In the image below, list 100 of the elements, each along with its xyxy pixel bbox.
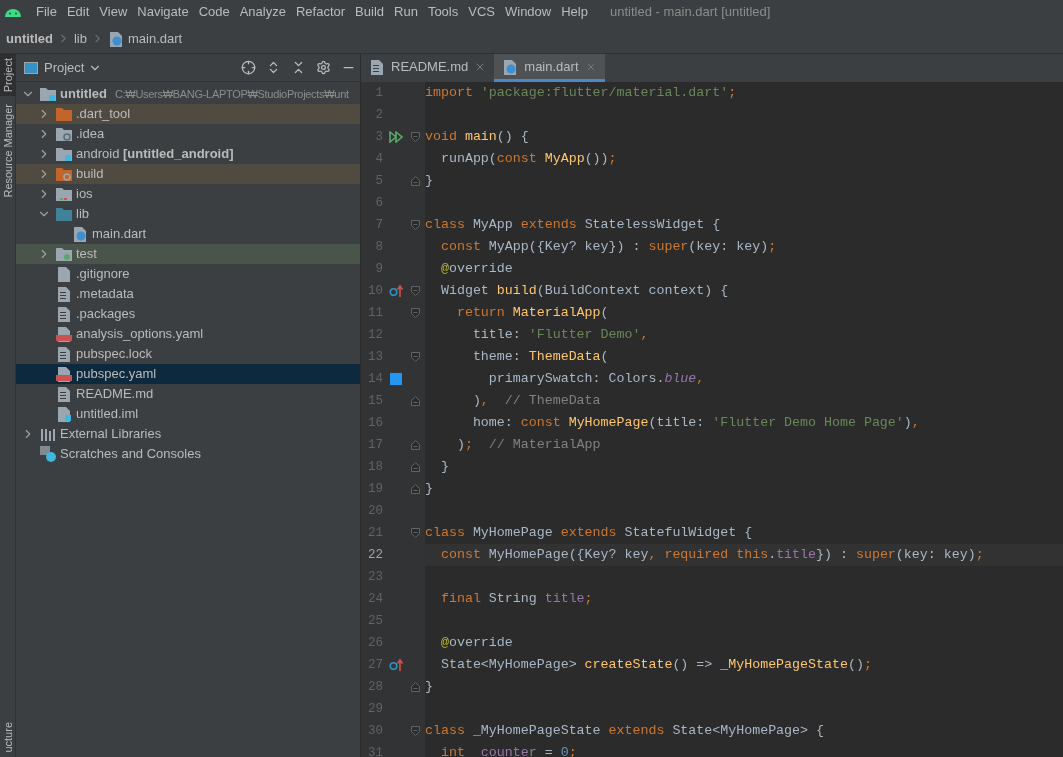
tree-item[interactable]: .dart_tool (16, 104, 360, 124)
tree-item[interactable]: .packages (16, 304, 360, 324)
folder-module-icon (56, 147, 72, 161)
fold-icon[interactable] (410, 132, 420, 142)
code-line: import 'package:flutter/material.dart'; (425, 84, 737, 103)
menu-item[interactable]: Refactor (291, 2, 350, 22)
fold-icon[interactable] (410, 682, 420, 692)
fold-icon[interactable] (410, 308, 420, 318)
code-line: ), // ThemeData (471, 392, 601, 411)
menu-item[interactable]: Window (500, 2, 556, 22)
fold-icon[interactable] (410, 726, 420, 736)
tool-window-tab[interactable]: ucture (0, 718, 16, 757)
fold-icon[interactable] (410, 396, 420, 406)
menu-item[interactable]: Run (390, 2, 422, 22)
code-line: @override (439, 634, 513, 653)
code-line: class MyApp extends StatelessWidget { (425, 216, 721, 235)
fold-icon[interactable] (410, 462, 420, 472)
tree-item[interactable]: .gitignore (16, 264, 360, 284)
code-line: void main() { (425, 128, 529, 147)
folder-module-icon (40, 87, 56, 101)
code-line: const MyApp({Key? key}) : super(key: key); (439, 238, 777, 257)
code-line: class MyHomePage extends StatefulWidget { (425, 524, 753, 543)
fold-icon[interactable] (410, 440, 420, 450)
editor-tab[interactable]: main.dart (494, 54, 605, 82)
code-line: return MaterialApp( (455, 304, 609, 323)
settings-icon[interactable] (316, 60, 331, 75)
folder-build-icon (56, 167, 72, 181)
tree-item[interactable]: .idea (16, 124, 360, 144)
menu-item[interactable]: File (32, 2, 61, 22)
panel-title[interactable]: Project (44, 57, 85, 78)
breadcrumb-item[interactable]: untitled (6, 28, 53, 49)
tree-item[interactable]: test (16, 244, 360, 264)
fold-icon[interactable] (410, 220, 420, 230)
tree-item[interactable]: untitled C:₩Users₩BANG-LAPTOP₩StudioProjects₩unt (16, 84, 360, 104)
text-file-icon (56, 346, 72, 362)
run-icon[interactable] (389, 131, 403, 143)
code-line: title: 'Flutter Demo', (471, 326, 649, 345)
tree-item[interactable]: build (16, 164, 360, 184)
tree-item[interactable]: pubspec.yaml (16, 364, 360, 384)
color-swatch[interactable] (390, 373, 402, 385)
menu-item[interactable]: Navigate (133, 2, 193, 22)
tree-item[interactable]: untitled.iml (16, 404, 360, 424)
fold-icon[interactable] (410, 352, 420, 362)
locate-icon[interactable] (241, 60, 256, 75)
dart-file-icon (502, 58, 519, 75)
code-line: @override (439, 260, 513, 279)
tree-item[interactable]: android [untitled_android] (16, 144, 360, 164)
breadcrumb-item[interactable]: main.dart (127, 28, 183, 49)
tree-item[interactable]: lib (16, 204, 360, 224)
override-icon[interactable] (389, 658, 403, 672)
tree-item[interactable]: pubspec.lock (16, 344, 360, 364)
code-line: ); // MaterialApp (455, 436, 601, 455)
fold-icon[interactable] (410, 176, 420, 186)
text-file-icon (56, 386, 72, 402)
fold-icon[interactable] (410, 286, 420, 296)
code-line: } (425, 172, 433, 191)
window-title: untitled - main.dart [untitled] (609, 3, 771, 22)
menu-item[interactable]: View (95, 2, 132, 22)
breadcrumb-item[interactable]: lib (73, 28, 87, 49)
panel-icon (24, 61, 38, 74)
menu-item[interactable]: Edit (62, 2, 94, 22)
tree-item[interactable]: README.md (16, 384, 360, 404)
tree-item[interactable]: External Libraries (16, 424, 360, 444)
tree-item[interactable]: Scratches and Consoles (16, 444, 360, 464)
code-line: home: const MyHomePage(title: 'Flutter Demo Home Page'), (471, 414, 920, 433)
module-file-icon (56, 406, 72, 422)
text-file-icon (369, 58, 385, 75)
override-icon[interactable] (389, 284, 403, 298)
menu-item[interactable]: Code (194, 2, 234, 22)
code-line: primarySwatch: Colors.blue, (487, 370, 705, 389)
menu-item[interactable]: Analyze (235, 2, 290, 22)
code-line: State<MyHomePage> createState() => _MyHomePageState(); (439, 656, 872, 675)
fold-icon[interactable] (410, 528, 420, 538)
line-number: 22 (367, 546, 383, 564)
menu-item[interactable]: Tools (423, 2, 463, 22)
folder-config-icon (56, 127, 72, 141)
folder-test-icon (56, 247, 72, 261)
tree-item[interactable]: ios (16, 184, 360, 204)
code-line: Widget build(BuildContext context) { (439, 282, 729, 301)
menu-item[interactable]: VCS (464, 2, 499, 22)
fold-icon[interactable] (410, 484, 420, 494)
editor-tab[interactable]: README.md (361, 54, 495, 82)
tree-item[interactable]: main.dart (16, 224, 360, 244)
menu-item[interactable]: Build (351, 2, 388, 22)
code-line: final String title; (439, 590, 593, 609)
scratches-icon (40, 446, 56, 462)
yaml-file-icon (56, 326, 72, 342)
code-line: theme: ThemeData( (471, 348, 609, 367)
menu-item[interactable]: Help (557, 2, 592, 22)
tool-window-tab[interactable]: Project (0, 54, 16, 97)
code-line: runApp(const MyApp()); (439, 150, 617, 169)
code-line: } (425, 480, 433, 499)
code-line: const MyHomePage({Key? key, required this.title}) : super(key: key); (439, 546, 984, 565)
tool-window-tab[interactable]: Resource Manager (0, 100, 16, 202)
code-line: } (425, 678, 433, 697)
tree-item[interactable]: .metadata (16, 284, 360, 304)
android-logo (4, 6, 22, 18)
text-file-icon (56, 306, 72, 322)
folder-excluded-icon (56, 107, 72, 121)
tree-item[interactable]: analysis_options.yaml (16, 324, 360, 344)
